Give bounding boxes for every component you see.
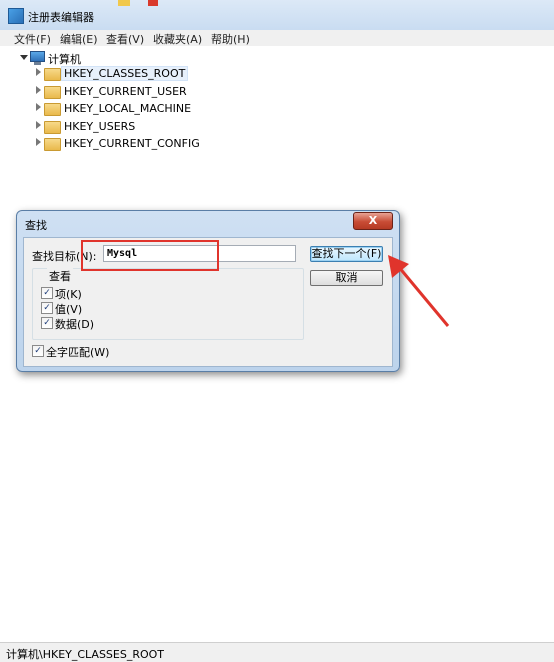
status-path: 计算机\HKEY_CLASSES_ROOT [6, 648, 165, 661]
annotation-arrow-shaft [396, 265, 450, 327]
annotation-arrow [388, 255, 450, 327]
status-bar: 计算机\HKEY_CLASSES_ROOT [0, 642, 554, 662]
